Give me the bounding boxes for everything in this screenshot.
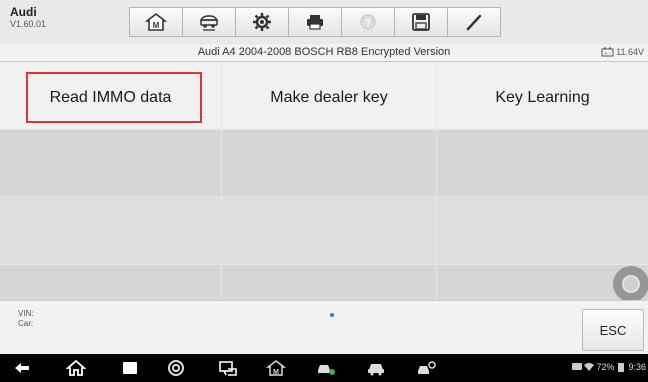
empty-cell: [0, 197, 222, 265]
empty-cell: [437, 197, 648, 265]
print-button[interactable]: [288, 7, 342, 37]
help-icon: ?: [360, 14, 376, 30]
home-button[interactable]: M: [129, 7, 183, 37]
battery-voltage: + - 11.64V: [601, 47, 644, 57]
maxisys-home-app[interactable]: M: [265, 359, 287, 377]
esc-button[interactable]: ESC: [582, 309, 644, 351]
home-icon: M: [145, 12, 167, 31]
vehicle-swap-icon: [199, 15, 219, 31]
function-grid: Read IMMO data Make dealer key Key Learn…: [0, 62, 648, 300]
recents-button[interactable]: [120, 359, 140, 377]
car-label: Car:: [18, 319, 34, 328]
edit-button[interactable]: [447, 7, 501, 37]
settings-button[interactable]: [235, 7, 289, 37]
wifi-icon: [584, 363, 595, 371]
car-service-app[interactable]: [316, 359, 336, 377]
page-indicator-dot: [330, 313, 334, 317]
vehicle-info-bar: VIN: Car: ESC: [0, 300, 648, 355]
back-button[interactable]: [12, 359, 32, 377]
software-version: V1.60.01: [10, 19, 47, 29]
empty-cell: [0, 130, 222, 197]
vehicle-system-title: Audi A4 2004-2008 BOSCH RB8 Encrypted Ve…: [197, 46, 451, 58]
recents-icon: [123, 362, 137, 374]
car-service-icon: [318, 365, 335, 375]
menu-item-label: Make dealer key: [270, 89, 388, 106]
menu-item-key-learning[interactable]: Key Learning: [437, 62, 648, 130]
empty-cell: [222, 130, 437, 197]
top-bar: Audi V1.60.01 M ?: [0, 0, 648, 45]
svg-text:?: ?: [365, 18, 371, 29]
home-icon: [65, 359, 87, 376]
vin-label: VIN:: [18, 309, 34, 318]
menu-item-read-immo-data[interactable]: Read IMMO data: [0, 62, 222, 130]
car-icon: [368, 364, 384, 376]
car-settings-icon: [418, 361, 436, 374]
system-nav-bar: M 72% 9:36: [0, 354, 648, 382]
empty-cell: [222, 197, 437, 265]
car-app[interactable]: [366, 359, 386, 377]
status-area: 72% 9:36: [572, 362, 646, 372]
back-icon: [15, 363, 29, 373]
battery-icon: [618, 363, 625, 372]
title-bar: Audi A4 2004-2008 BOSCH RB8 Encrypted Ve…: [0, 44, 648, 62]
menu-item-make-dealer-key[interactable]: Make dealer key: [222, 62, 437, 130]
menu-item-label: Read IMMO data: [49, 89, 172, 106]
brand-block: Audi V1.60.01: [10, 6, 46, 29]
car-settings-app[interactable]: [416, 359, 436, 377]
printer-icon: [307, 15, 323, 30]
svg-text:M: M: [153, 21, 160, 30]
toolbar: M ?: [129, 7, 501, 37]
chrome-app[interactable]: [166, 359, 186, 377]
chat-icon: [572, 363, 583, 370]
svg-text:+ -: + -: [605, 51, 611, 57]
vehicle-swap-button[interactable]: [182, 7, 236, 37]
empty-cell: [222, 265, 437, 300]
battery-percent: 72%: [596, 362, 615, 372]
menu-item-label: Key Learning: [495, 89, 590, 106]
clock: 9:36: [628, 362, 646, 372]
brand-name: Audi: [10, 5, 37, 19]
floating-assistive-button[interactable]: [613, 266, 648, 302]
screen-cast-app[interactable]: [218, 359, 238, 377]
empty-cell: [437, 130, 648, 197]
svg-text:M: M: [273, 369, 279, 376]
help-button[interactable]: ?: [341, 7, 395, 37]
gear-icon: [253, 13, 271, 31]
pen-icon: [466, 14, 482, 31]
empty-cell: [0, 265, 222, 300]
save-button[interactable]: [394, 7, 448, 37]
battery-icon: + -: [601, 47, 614, 57]
floppy-icon: [412, 13, 430, 31]
battery-voltage-value: 11.64V: [616, 47, 644, 57]
screen-cast-icon: [219, 361, 237, 376]
floating-button-icon: [622, 275, 640, 293]
chrome-icon: [168, 360, 184, 376]
home-nav-button[interactable]: [65, 359, 87, 377]
maxisys-home-icon: M: [265, 360, 287, 376]
